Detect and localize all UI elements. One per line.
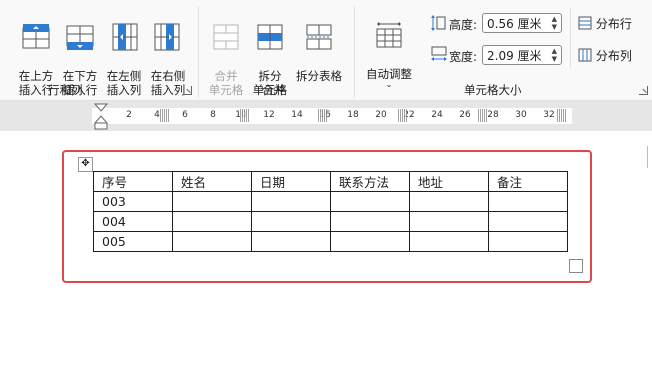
insert-column-right-button[interactable]: 在右侧 插入列 [148, 8, 188, 97]
insert-row-above-icon [22, 24, 50, 49]
autofit-label: 自动调整 [366, 67, 412, 81]
column-marker[interactable] [557, 109, 566, 122]
ruler-number: 14 [291, 110, 303, 120]
ruler-number: 12 [263, 110, 275, 120]
ruler-number: 6 [182, 110, 188, 120]
column-marker[interactable] [398, 109, 407, 122]
table-header-row: 序号 姓名 日期 联系方法 地址 备注 [93, 171, 568, 192]
table-header-cell[interactable]: 姓名 [172, 171, 252, 192]
width-input[interactable]: 2.09 厘米 ▲ ▼ [482, 45, 562, 65]
table-cell[interactable]: 005 [93, 231, 173, 252]
insert-column-left-icon [112, 23, 138, 51]
cell-size-dialog-launcher[interactable] [639, 86, 648, 95]
spinner-arrows-icon[interactable]: ▲ ▼ [552, 15, 557, 31]
rows-columns-dialog-launcher[interactable] [183, 86, 192, 95]
table-cell[interactable] [172, 191, 252, 212]
table-cell[interactable] [409, 231, 489, 252]
group-separator [198, 6, 199, 98]
table-resize-handle[interactable] [569, 259, 583, 273]
height-input[interactable]: 0.56 厘米 ▲ ▼ [482, 13, 562, 33]
table-cell[interactable]: 003 [93, 191, 173, 212]
table-cell[interactable] [409, 191, 489, 212]
autofit-icon [376, 22, 402, 48]
table-row: 003 [93, 191, 568, 212]
column-marker[interactable] [240, 109, 249, 122]
merge-cells-label: 合并 单元格 [208, 69, 244, 97]
table-cell[interactable] [251, 211, 331, 232]
distribute-rows-icon [578, 16, 592, 30]
table-cell[interactable] [488, 191, 568, 212]
column-marker[interactable] [478, 109, 487, 122]
table-cell[interactable]: 004 [93, 211, 173, 232]
split-table-icon [306, 24, 332, 50]
split-table-button[interactable]: 拆分表格 [294, 8, 344, 83]
ruler-number: 2 [126, 110, 132, 120]
table-cell[interactable] [488, 231, 568, 252]
table-cell[interactable] [251, 231, 331, 252]
group-separator [354, 6, 355, 98]
page-edge-marker [647, 146, 652, 168]
autofit-button[interactable]: 自动调整 ⌄ [362, 6, 416, 103]
table-cell[interactable] [488, 211, 568, 232]
table-cell[interactable] [330, 211, 410, 232]
table-header-cell[interactable]: 序号 [93, 171, 173, 192]
ruler-number: 32 [543, 110, 555, 120]
chevron-down-icon: ⌄ [385, 80, 393, 89]
indent-marker-icon[interactable] [94, 103, 108, 131]
merge-cells-icon [213, 24, 239, 50]
width-value: 2.09 厘米 [487, 49, 542, 63]
table-header-cell[interactable]: 地址 [409, 171, 489, 192]
table-header-cell[interactable]: 备注 [488, 171, 568, 192]
table-cell[interactable] [330, 231, 410, 252]
ruler-number: 20 [375, 110, 387, 120]
column-marker[interactable] [160, 109, 169, 122]
table-cell[interactable] [330, 191, 410, 212]
table-cell[interactable] [172, 211, 252, 232]
table-row: 005 [93, 231, 568, 252]
table-cell[interactable] [172, 231, 252, 252]
column-marker[interactable] [318, 109, 327, 122]
distribute-columns-label: 分布列 [595, 49, 632, 63]
insert-column-left-label: 在左侧 插入列 [106, 69, 142, 97]
merge-cells-button[interactable]: 合并 单元格 [206, 8, 246, 97]
insert-column-right-icon [154, 23, 180, 51]
height-icon [431, 15, 446, 31]
ruler-number: 26 [459, 110, 471, 120]
table-header-cell[interactable]: 日期 [251, 171, 331, 192]
table-header-cell[interactable]: 联系方法 [330, 171, 410, 192]
spinner-arrows-icon[interactable]: ▲ ▼ [552, 47, 557, 63]
width-label: 宽度: [449, 50, 478, 64]
ribbon: 在上方 插入行 在下方 插入行 在左侧 插入列 在右侧 插入列 行和列 合并 单… [0, 0, 652, 101]
merge-group-label: 合并 [262, 83, 285, 97]
distribute-columns-button[interactable]: 分布列 [578, 47, 632, 64]
width-icon [431, 46, 447, 61]
rows-columns-group-label: 行和列 [48, 83, 83, 97]
ruler-number: 24 [431, 110, 443, 120]
table-row: 004 [93, 211, 568, 232]
split-cells-icon [257, 24, 283, 50]
table-cell[interactable] [409, 211, 489, 232]
ruler-number: 30 [515, 110, 527, 120]
distribute-rows-button[interactable]: 分布行 [578, 15, 632, 32]
distribute-columns-icon [578, 48, 592, 62]
insert-column-right-label: 在右侧 插入列 [150, 69, 186, 97]
ruler-number: 18 [347, 110, 359, 120]
horizontal-ruler[interactable]: 2468101214161820222426283032 [0, 101, 652, 131]
group-separator [570, 8, 571, 68]
data-table[interactable]: 序号 姓名 日期 联系方法 地址 备注 003 004 005 [93, 171, 568, 252]
insert-row-below-icon [66, 25, 94, 50]
split-table-label: 拆分表格 [296, 69, 342, 83]
table-cell[interactable] [251, 191, 331, 212]
height-value: 0.56 厘米 [487, 17, 542, 31]
cell-size-group-label: 单元格大小 [464, 83, 522, 97]
height-label: 高度: [449, 18, 478, 32]
insert-column-left-button[interactable]: 在左侧 插入列 [104, 8, 144, 97]
distribute-rows-label: 分布行 [595, 17, 632, 31]
ruler-number: 8 [210, 110, 216, 120]
